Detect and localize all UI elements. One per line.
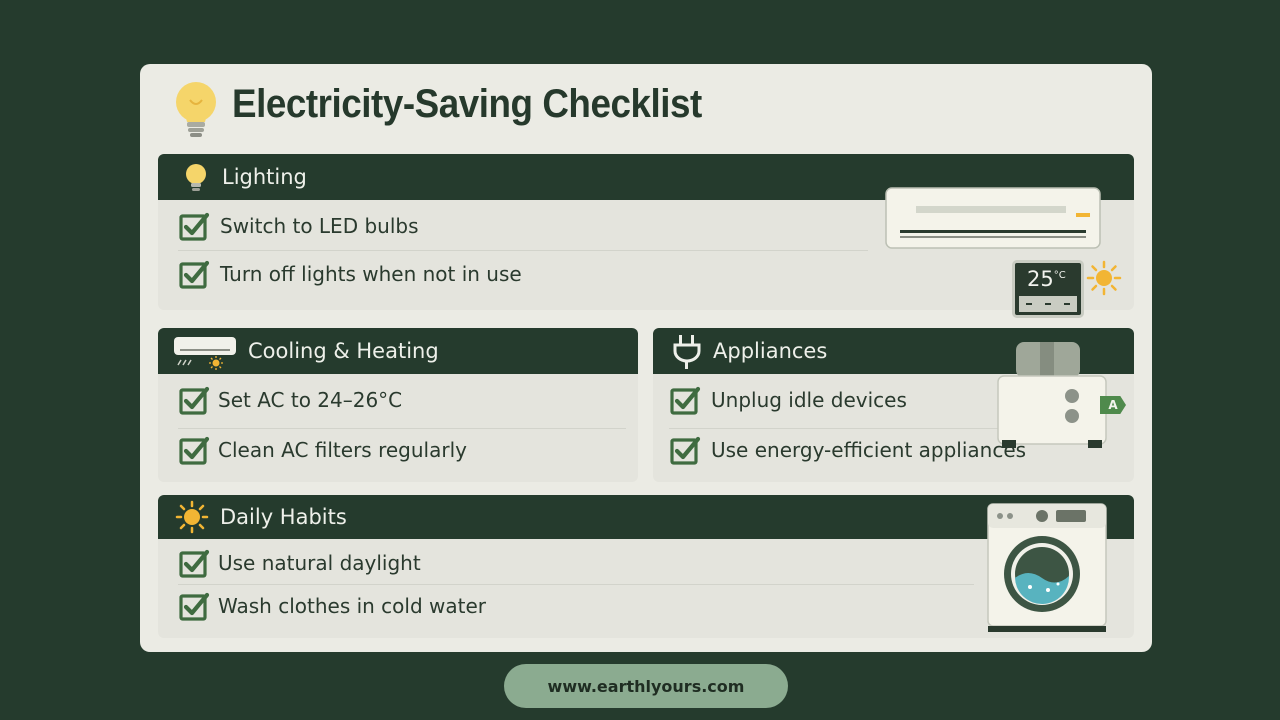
divider — [178, 584, 974, 585]
page-title: Electricity-Saving Checklist — [232, 82, 702, 126]
list-item: Use energy-efficient appliances — [669, 430, 1026, 470]
item-label: Clean AC filters regularly — [218, 438, 467, 462]
air-conditioner-icon — [174, 337, 236, 370]
section-title: Lighting — [222, 165, 307, 189]
sun-icon — [1086, 260, 1122, 296]
list-item: Clean AC filters regularly — [178, 430, 467, 470]
checklist-card: Electricity-Saving Checklist Lighting Sw… — [140, 64, 1152, 652]
plug-icon — [673, 335, 701, 369]
divider — [178, 250, 868, 251]
checkmark-icon — [178, 258, 210, 290]
thermostat-temp: 25 — [1027, 267, 1054, 291]
lightbulb-icon — [186, 164, 206, 191]
list-item: Use natural daylight — [178, 543, 421, 583]
checkmark-icon — [669, 384, 701, 416]
section-title: Appliances — [713, 339, 828, 363]
checkmark-icon — [178, 547, 210, 579]
section-title: Cooling & Heating — [248, 339, 439, 363]
checkmark-icon — [178, 434, 210, 466]
thermostat-unit: °C — [1053, 270, 1066, 281]
energy-label: A — [1108, 398, 1118, 412]
item-label: Use energy-efficient appliances — [711, 438, 1027, 462]
section-cooling: Cooling & Heating Set AC to 24–26°C Clea… — [158, 328, 638, 482]
section-title: Daily Habits — [220, 505, 347, 529]
item-label: Set AC to 24–26°C — [218, 388, 403, 412]
toaster-icon — [997, 342, 1107, 448]
sun-icon — [175, 500, 209, 534]
list-item: Set AC to 24–26°C — [178, 380, 402, 420]
checkmark-icon — [178, 210, 210, 242]
footer-url[interactable]: www.earthlyours.com — [548, 677, 745, 696]
divider — [669, 428, 999, 429]
list-item: Wash clothes in cold water — [178, 586, 486, 626]
item-label: Switch to LED bulbs — [220, 214, 419, 238]
thermostat-icon: 25°C — [1012, 260, 1084, 318]
item-label: Turn off lights when not in use — [220, 262, 522, 286]
divider — [178, 428, 626, 429]
footer-url-pill[interactable]: www.earthlyours.com — [504, 664, 788, 708]
item-label: Wash clothes in cold water — [218, 594, 487, 618]
checkmark-icon — [178, 384, 210, 416]
washing-machine-icon — [987, 503, 1107, 632]
section-header: Cooling & Heating — [158, 328, 638, 374]
lightbulb-icon — [176, 82, 216, 137]
list-item: Switch to LED bulbs — [178, 206, 419, 246]
list-item: Turn off lights when not in use — [178, 254, 522, 294]
item-label: Use natural daylight — [218, 551, 421, 575]
checkmark-icon — [669, 434, 701, 466]
air-conditioner-icon — [885, 187, 1101, 249]
checkmark-icon — [178, 590, 210, 622]
item-label: Unplug idle devices — [711, 388, 907, 412]
list-item: Unplug idle devices — [669, 380, 907, 420]
